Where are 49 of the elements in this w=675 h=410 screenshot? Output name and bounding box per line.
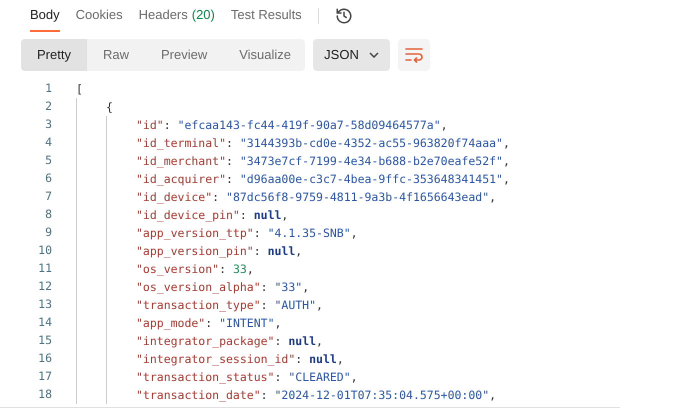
line-number: 6 [44, 170, 53, 188]
line-number: 3 [44, 116, 53, 134]
code-line: "transaction_type": "AUTH", [136, 297, 323, 314]
code-line: "transaction_status": "CLEARED", [136, 369, 358, 386]
line-number: 17 [37, 368, 53, 386]
line-number: 15 [37, 332, 53, 350]
chevron-down-icon [368, 52, 379, 58]
line-number: 7 [44, 188, 53, 206]
view-mode-tab[interactable]: Preview [144, 39, 224, 71]
code-line: "id_device_pin": null, [136, 207, 288, 224]
code-line: "id": "efcaa143-fc44-419f-90a7-58d09464577a", [136, 117, 448, 134]
code-line: "id_terminal": "3144393b-cd0e-4352-ac55-963820f74aaa", [136, 135, 510, 152]
line-number: 16 [37, 350, 53, 368]
format-dropdown[interactable]: JSON [313, 39, 390, 71]
code-line: { [106, 99, 113, 116]
code-line: "id_acquirer": "d96aa00e-c3c7-4bea-9ffc-353648341451", [136, 171, 510, 188]
view-mode-tab[interactable]: Visualize [223, 39, 305, 71]
response-tab[interactable]: Headers (20) [138, 0, 215, 32]
response-tab[interactable]: Cookies [76, 0, 123, 32]
code-line: "id_merchant": "3473e7cf-7199-4e34-b688-b2e70eafe52f", [136, 153, 510, 170]
code-line: "app_version_ttp": "4.1.35-SNB", [136, 225, 358, 242]
code-line: "app_mode": "INTENT", [136, 315, 282, 332]
code-line: "integrator_package": null, [136, 333, 323, 350]
view-mode-tab[interactable]: Raw [86, 39, 145, 71]
code-line: "os_version": 33, [136, 261, 254, 278]
line-number: 12 [37, 278, 53, 296]
wrap-lines-icon [405, 47, 423, 63]
code-line: "app_version_pin": null, [136, 243, 302, 260]
history-icon[interactable] [334, 7, 353, 25]
code-line: "id_device": "87dc56f8-9759-4811-9a3b-4f1656643ead", [136, 189, 496, 206]
line-number: 9 [44, 224, 53, 242]
code-line: [ [76, 81, 83, 98]
line-number: 8 [44, 206, 53, 224]
response-tab[interactable]: Body [30, 0, 60, 32]
line-number: 18 [37, 386, 53, 404]
code-line: "transaction_date": "2024-12-01T07:35:04.575+00:00", [136, 387, 496, 404]
response-tab[interactable]: Test Results [230, 0, 302, 32]
code-line: "integrator_session_id": null, [136, 351, 344, 368]
line-number: 1 [44, 80, 53, 98]
line-number: 2 [44, 98, 53, 116]
code-line: "os_version_alpha": "33", [136, 279, 310, 296]
line-number: 13 [37, 296, 53, 314]
line-number: 11 [37, 260, 53, 278]
line-number: 4 [44, 134, 53, 152]
line-number: 14 [37, 314, 53, 332]
line-number: 10 [37, 242, 53, 260]
line-number: 5 [44, 152, 53, 170]
wrap-lines-button[interactable] [398, 39, 430, 71]
view-mode-tab[interactable]: Pretty [21, 39, 87, 71]
